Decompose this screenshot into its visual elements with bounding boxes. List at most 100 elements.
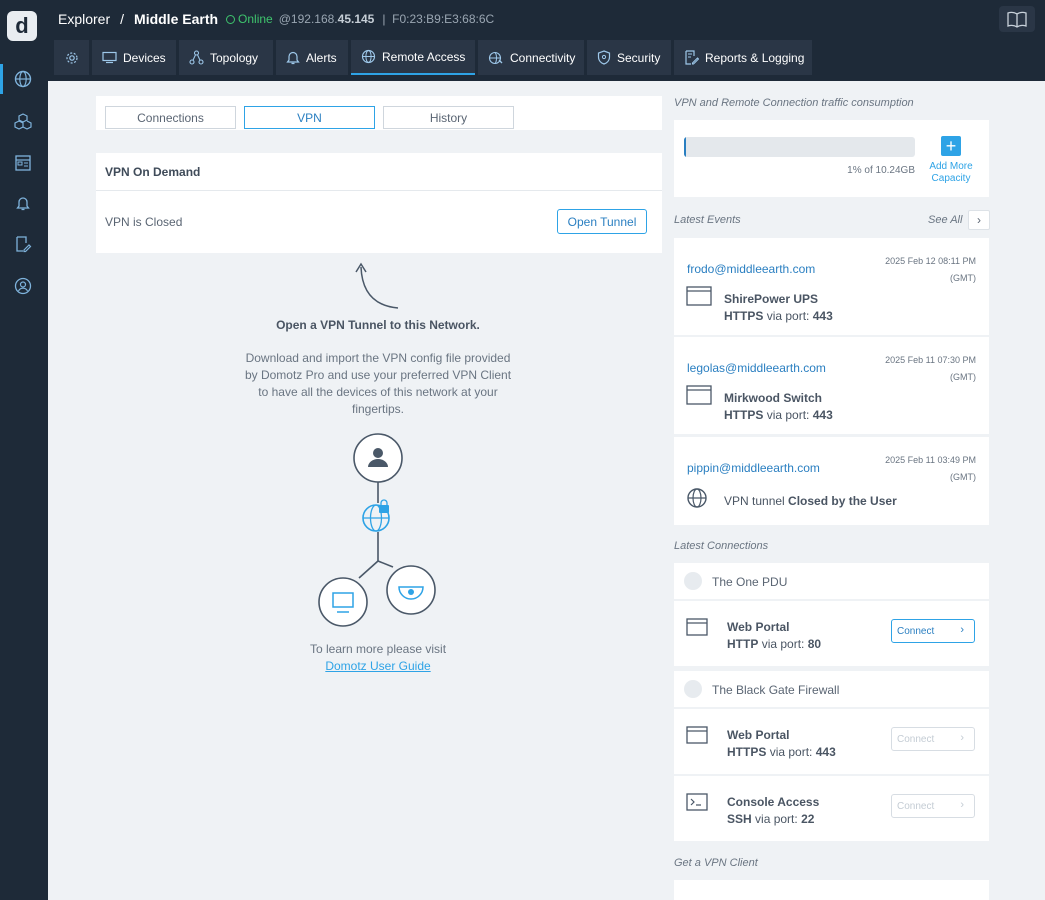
- segment-control: Connections VPN History: [96, 96, 662, 130]
- connection-group: The One PDU: [674, 563, 989, 599]
- segment-vpn[interactable]: VPN: [244, 106, 375, 129]
- event-text-bold: Closed by the User: [788, 494, 897, 508]
- event-port: 443: [812, 408, 833, 422]
- service-name: Web Portal: [727, 728, 790, 742]
- book-icon[interactable]: [999, 6, 1035, 32]
- network-globe-icon[interactable]: [0, 64, 34, 94]
- vpn-client-label: Get a VPN Client: [674, 857, 758, 869]
- web-portal-icon: [686, 618, 708, 636]
- connect-button[interactable]: Connect ›: [891, 794, 975, 818]
- connect-label: Connect: [897, 626, 935, 637]
- service-via: via port:: [769, 745, 813, 759]
- firewall-icon: [684, 680, 702, 698]
- report-icon: [685, 50, 699, 65]
- vpn-card-title: VPN On Demand: [96, 153, 662, 191]
- event-item[interactable]: legolas@middleearth.com 2025 Feb 11 07:3…: [674, 337, 989, 434]
- traffic-progress-bar: [684, 137, 915, 157]
- tab-topology[interactable]: Topology: [179, 40, 273, 75]
- tab-devices[interactable]: Devices: [92, 40, 176, 75]
- tab-reports-logging[interactable]: Reports & Logging: [674, 40, 812, 75]
- service-port: 443: [815, 745, 836, 759]
- connectivity-icon: [488, 51, 503, 64]
- pdu-icon: [684, 572, 702, 590]
- event-port: 443: [812, 309, 833, 323]
- service-protocol: HTTP via port: 80: [727, 637, 821, 651]
- segment-history[interactable]: History: [383, 106, 514, 129]
- traffic-label: VPN and Remote Connection traffic consum…: [674, 97, 914, 109]
- tab-settings[interactable]: [54, 40, 89, 75]
- traffic-progress-fill: [684, 137, 687, 157]
- status-text: Online: [238, 12, 273, 26]
- add-capacity-button[interactable]: + Add More Capacity: [929, 136, 973, 185]
- service-proto: HTTP: [727, 637, 759, 651]
- bell-icon[interactable]: [12, 192, 34, 214]
- event-user[interactable]: frodo@middleearth.com: [687, 262, 815, 276]
- tab-connectivity[interactable]: Connectivity: [478, 40, 584, 75]
- vpn-illustration: [318, 433, 436, 627]
- event-date: 2025 Feb 11 03:49 PM (GMT): [885, 452, 976, 486]
- event-device: Mirkwood Switch: [724, 391, 823, 405]
- tab-remote-access[interactable]: Remote Access: [351, 40, 475, 75]
- event-via: via port:: [766, 408, 810, 422]
- ip-suffix: 45.145: [337, 12, 375, 26]
- network-name: Middle Earth: [134, 11, 219, 27]
- service-protocol: HTTPS via port: 443: [727, 745, 836, 759]
- event-date-text: 2025 Feb 11 07:30 PM: [885, 355, 976, 365]
- service-protocol: SSH via port: 22: [727, 812, 814, 826]
- curved-arrow-icon: [355, 262, 399, 309]
- tab-alerts[interactable]: Alerts: [276, 40, 348, 75]
- learn-more: To learn more please visit Domotz User G…: [248, 641, 508, 675]
- latest-events-label: Latest Events: [674, 214, 741, 226]
- breadcrumb: Explorer / Middle Earth Online @192.168.…: [58, 11, 494, 27]
- service-name: Console Access: [727, 795, 820, 809]
- traffic-card: 1% of 10.24GB + Add More Capacity: [674, 120, 989, 197]
- user-circle-icon[interactable]: [12, 275, 34, 297]
- service-proto: HTTPS: [727, 745, 767, 759]
- add-capacity-label: Add More Capacity: [929, 161, 973, 184]
- gear-icon: [65, 51, 78, 64]
- event-user[interactable]: legolas@middleearth.com: [687, 361, 826, 375]
- cubes-icon[interactable]: [12, 110, 34, 132]
- empty-state-title: Open a VPN Tunnel to this Network.: [276, 318, 480, 332]
- event-item[interactable]: pippin@middleearth.com 2025 Feb 11 03:49…: [674, 437, 989, 525]
- plus-icon: +: [941, 136, 961, 156]
- domotz-logo[interactable]: d: [7, 11, 37, 41]
- service-via: via port:: [755, 812, 798, 826]
- connect-button[interactable]: Connect ›: [891, 619, 975, 643]
- event-tz: (GMT): [950, 472, 976, 482]
- event-tz: (GMT): [950, 273, 976, 283]
- breadcrumb-separator: /: [120, 11, 125, 27]
- open-tunnel-button[interactable]: Open Tunnel: [557, 209, 647, 234]
- service-row: Web Portal HTTPS via port: 443 Connect ›: [674, 709, 989, 774]
- chevron-right-icon: ›: [960, 799, 964, 811]
- event-item[interactable]: frodo@middleearth.com 2025 Feb 12 08:11 …: [674, 238, 989, 335]
- report-edit-icon[interactable]: [12, 233, 34, 255]
- see-all-chevron-icon[interactable]: ›: [968, 210, 990, 230]
- breadcrumb-explorer[interactable]: Explorer: [58, 11, 110, 27]
- latest-connections-label: Latest Connections: [674, 540, 769, 552]
- event-user[interactable]: pippin@middleearth.com: [687, 461, 820, 475]
- empty-state-description: Download and import the VPN config file …: [244, 351, 512, 416]
- see-all-link[interactable]: See All: [928, 214, 962, 226]
- tab-remote-access-label: Remote Access: [382, 49, 466, 64]
- dashboard-icon[interactable]: [12, 152, 34, 174]
- event-date: 2025 Feb 12 08:11 PM (GMT): [885, 253, 976, 287]
- monitor-icon: [102, 51, 117, 64]
- segment-connections[interactable]: Connections: [105, 106, 236, 129]
- tab-security[interactable]: Security: [587, 40, 671, 75]
- event-proto: HTTPS: [724, 408, 764, 422]
- connect-button[interactable]: Connect ›: [891, 727, 975, 751]
- globe-icon: [361, 49, 376, 64]
- tab-topology-label: Topology: [210, 50, 259, 65]
- connect-label: Connect: [897, 801, 935, 812]
- service-row: Web Portal HTTP via port: 80 Connect ›: [674, 601, 989, 666]
- event-description: VPN tunnel Closed by the User: [724, 494, 897, 508]
- event-proto: HTTPS: [724, 309, 764, 323]
- tab-devices-label: Devices: [123, 50, 166, 65]
- shield-icon: [597, 50, 611, 65]
- event-protocol: HTTPS via port: 443: [724, 408, 833, 422]
- service-name: Web Portal: [727, 620, 790, 634]
- terminal-icon: [686, 793, 708, 811]
- user-guide-link[interactable]: Domotz User Guide: [248, 658, 508, 675]
- service-proto: SSH: [727, 812, 752, 826]
